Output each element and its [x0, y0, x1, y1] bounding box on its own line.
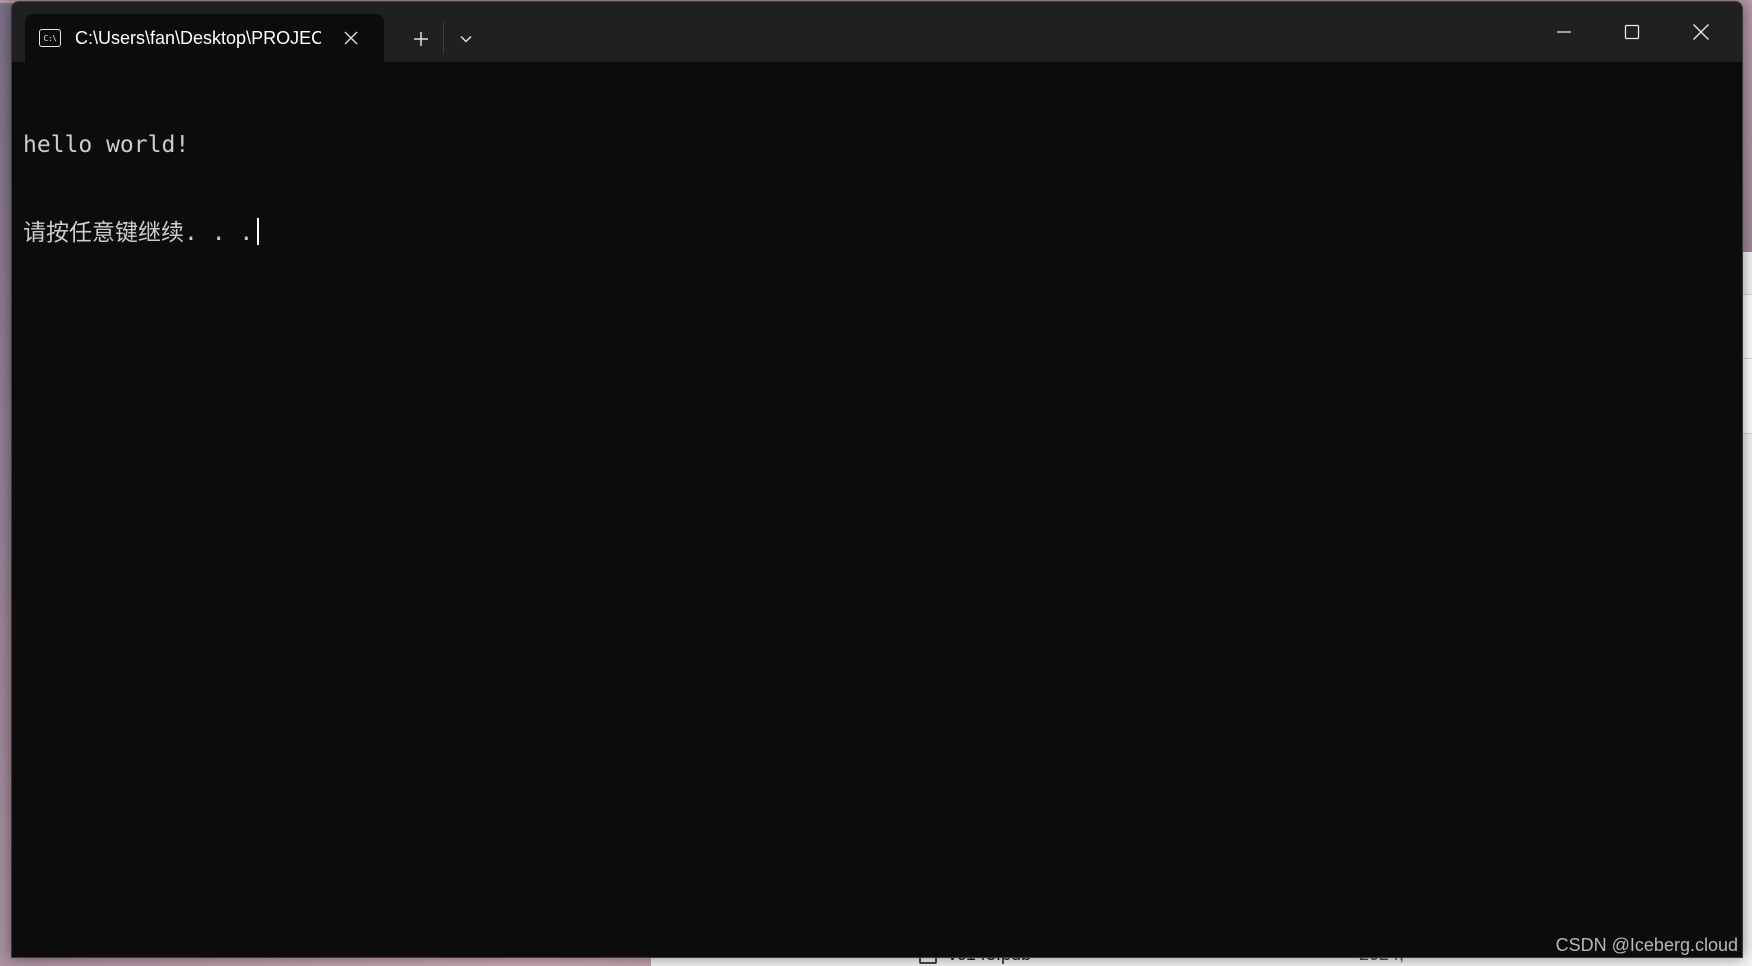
tab-dropdown-button[interactable]	[448, 22, 484, 56]
console-output[interactable]: hello world! 请按任意键继续. . .	[23, 73, 1732, 957]
output-line: 请按任意键继续. . .	[23, 220, 254, 246]
tab-terminal[interactable]: C:\ C:\Users\fan\Desktop\PROJEC	[25, 14, 384, 62]
close-icon	[344, 31, 358, 45]
minimize-button[interactable]	[1541, 14, 1587, 50]
chevron-down-icon	[460, 35, 472, 43]
close-button[interactable]	[1678, 14, 1724, 50]
maximize-icon	[1624, 24, 1640, 40]
output-line-prompt: 请按任意键继续. . .	[23, 218, 1732, 247]
close-icon	[1693, 24, 1709, 40]
watermark: CSDN @Iceberg.cloud	[1555, 935, 1738, 955]
minimize-icon	[1557, 31, 1571, 33]
tab-title: C:\Users\fan\Desktop\PROJEC	[75, 27, 321, 48]
tab-divider	[443, 22, 444, 54]
explorer-side-tab[interactable]	[1743, 358, 1752, 434]
title-bar[interactable]: C:\ C:\Users\fan\Desktop\PROJEC	[12, 2, 1742, 62]
terminal-window[interactable]: C:\ C:\Users\fan\Desktop\PROJEC hello wo…	[11, 1, 1743, 958]
output-line: hello world!	[23, 132, 190, 158]
tab-close-button[interactable]	[337, 24, 365, 52]
terminal-icon: C:\	[39, 29, 61, 47]
plus-icon	[414, 32, 428, 46]
explorer-side-tab[interactable]	[1743, 294, 1752, 360]
new-tab-button[interactable]	[401, 22, 441, 56]
maximize-button[interactable]	[1609, 14, 1655, 50]
text-cursor	[257, 218, 260, 245]
